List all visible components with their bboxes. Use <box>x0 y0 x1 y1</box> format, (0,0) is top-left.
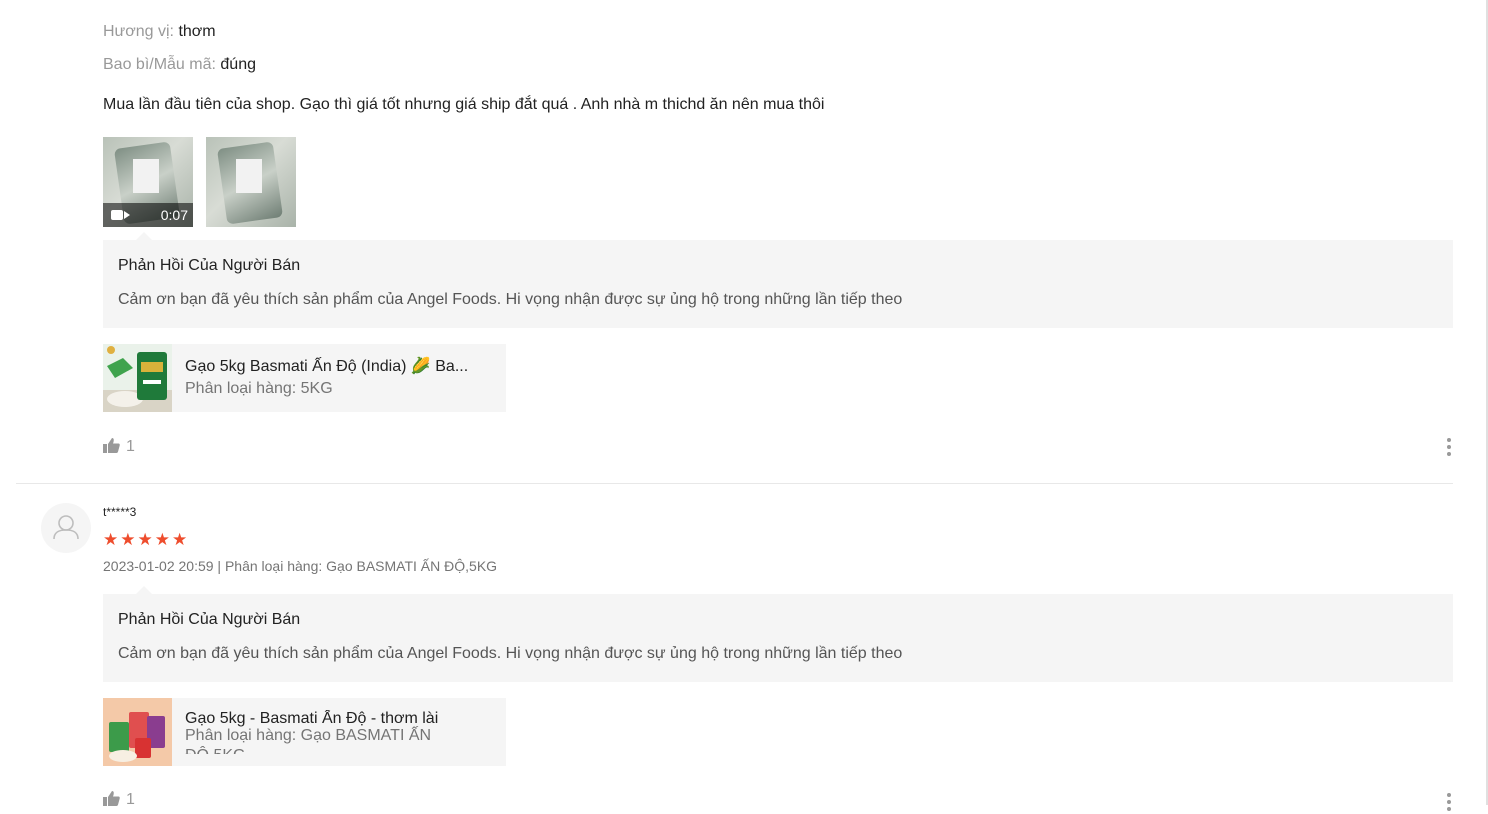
seller-reply-text: Cảm ơn bạn đã yêu thích sản phẩm của Ang… <box>118 291 903 308</box>
taste-attribute: Hương vị: thơm <box>103 23 216 41</box>
taste-label: Hương vị: <box>103 23 174 40</box>
seller-reply: Phản Hồi Của Người Bán Cảm ơn bạn đã yêu… <box>103 586 1453 682</box>
like-count: 1 <box>126 438 135 455</box>
review-image-thumbnail[interactable] <box>206 137 296 227</box>
review-video-thumbnail[interactable]: 0:07 <box>103 137 193 227</box>
video-duration: 0:07 <box>160 207 188 223</box>
packaging-label: Bao bì/Mẫu mã: <box>103 56 216 73</box>
like-count: 1 <box>126 791 135 808</box>
bag-label-image <box>133 159 159 193</box>
like-button[interactable]: 1 <box>103 438 135 456</box>
thumbs-up-icon <box>103 791 120 806</box>
packaging-attribute: Bao bì/Mẫu mã: đúng <box>103 56 256 74</box>
user-icon <box>53 515 79 540</box>
like-button[interactable]: 1 <box>103 791 135 809</box>
rating-stars: ★★★★★ <box>103 530 190 549</box>
product-image <box>103 698 172 766</box>
more-options-icon[interactable] <box>1446 438 1452 459</box>
seller-reply-title: Phản Hồi Của Người Bán <box>118 257 301 274</box>
reviewer-username: t*****3 <box>103 505 137 519</box>
seller-reply: Phản Hồi Của Người Bán Cảm ơn bạn đã yêu… <box>103 232 1453 328</box>
product-image <box>103 344 172 412</box>
review-date-variant: 2023-01-02 20:59 | Phân loại hàng: Gạo B… <box>103 558 498 574</box>
product-name: Gạo 5kg Basmati Ấn Độ (India) 🌽 Ba... <box>185 358 469 375</box>
avatar <box>41 503 91 553</box>
seller-reply-title: Phản Hồi Của Người Bán <box>118 611 301 628</box>
seller-reply-text: Cảm ơn bạn đã yêu thích sản phẩm của Ang… <box>118 645 903 662</box>
video-camera-icon <box>111 210 130 220</box>
product-card[interactable]: Gạo 5kg - Basmati Ấn Độ - thơm lài Phân … <box>103 698 506 766</box>
video-bar: 0:07 <box>103 203 193 227</box>
thumbs-up-icon <box>103 438 120 453</box>
review-divider <box>16 483 1453 484</box>
product-variant: Phân loại hàng: Gạo BASMATI ẤN ĐỘ,5KG <box>185 727 432 754</box>
packaging-value: đúng <box>220 56 256 73</box>
bag-label-image <box>236 159 262 193</box>
review-comment: Mua lần đầu tiên của shop. Gạo thì giá t… <box>103 96 825 113</box>
product-card[interactable]: Gạo 5kg Basmati Ấn Độ (India) 🌽 Ba... Ph… <box>103 344 506 412</box>
taste-value: thơm <box>178 23 216 40</box>
more-options-icon[interactable] <box>1446 793 1452 814</box>
product-variant: Phân loại hàng: 5KG <box>185 380 333 397</box>
